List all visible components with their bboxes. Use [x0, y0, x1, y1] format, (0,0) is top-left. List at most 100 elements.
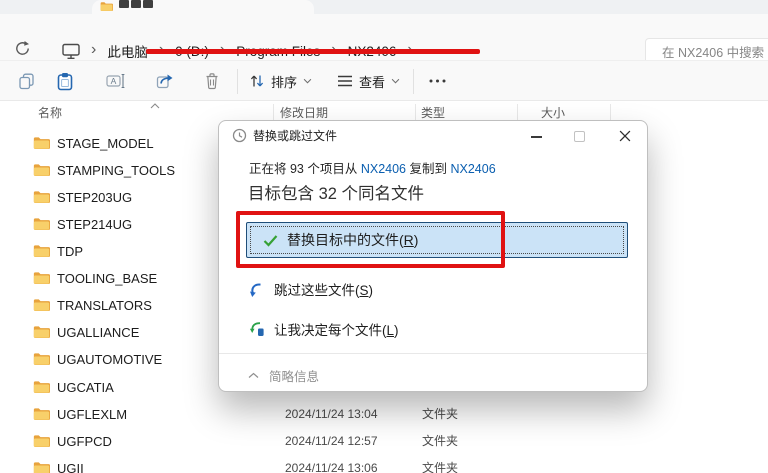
chevron-right-icon[interactable]: ›	[220, 42, 225, 60]
replace-files-button[interactable]: 替换目标中的文件(R)	[246, 222, 628, 258]
file-name: UGCATIA	[57, 380, 114, 395]
file-type: 文件夹	[422, 461, 459, 473]
breadcrumb-this-pc[interactable]: 此电脑	[107, 41, 148, 61]
chevron-right-icon[interactable]: ›	[331, 42, 336, 60]
file-type: 文件夹	[422, 407, 459, 421]
file-name: UGFPCD	[57, 434, 112, 449]
table-row[interactable]: UGFLEXLM 2024/11/24 13:04 文件夹	[0, 401, 768, 428]
rename-icon: A	[106, 73, 125, 89]
view-button[interactable]: 查看	[337, 61, 400, 101]
conflict-count-text: 目标包含 32 个同名文件	[248, 185, 425, 203]
file-name: UGFLEXLM	[57, 407, 128, 422]
decide-each-file-button[interactable]: 让我决定每个文件(L)	[249, 316, 399, 342]
refresh-icon[interactable]	[14, 40, 31, 57]
file-name: TDP	[57, 244, 83, 259]
folder-icon	[33, 353, 50, 365]
tab-title-clipped	[143, 0, 153, 8]
delete-icon	[206, 73, 218, 90]
tab-title-clipped	[119, 0, 129, 8]
chevron-up-icon	[248, 372, 259, 378]
folder-icon	[33, 381, 50, 393]
file-type: 文件夹	[422, 434, 459, 448]
folder-icon	[33, 191, 50, 203]
sort-ascending-icon	[150, 103, 160, 109]
address-bar: › 此电脑 › 0 (D:) › Program Files › NX2406 …	[0, 14, 768, 67]
file-name: UGALLIANCE	[57, 325, 140, 340]
tab-title-clipped	[131, 0, 141, 8]
chevron-down-icon	[391, 78, 400, 84]
file-name: STEP214UG	[57, 217, 133, 232]
file-date: 2024/11/24 13:04	[285, 407, 378, 421]
folder-icon	[33, 408, 50, 420]
more-icon	[429, 79, 446, 83]
copy-button[interactable]	[18, 61, 35, 101]
paste-button[interactable]	[56, 61, 74, 101]
delete-button[interactable]	[204, 61, 220, 101]
folder-icon	[33, 137, 50, 149]
folder-icon	[33, 245, 50, 257]
file-name: TRANSLATORS	[57, 298, 152, 313]
replace-files-label: 替换目标中的文件(R)	[287, 232, 419, 248]
column-header-name[interactable]: 名称	[38, 101, 62, 125]
folder-icon	[33, 462, 50, 473]
copy-icon	[19, 73, 34, 89]
file-date: 2024/11/24 13:06	[285, 461, 378, 473]
file-name: STEP203UG	[57, 190, 133, 205]
folder-icon	[33, 218, 50, 230]
view-icon	[338, 75, 352, 87]
toolbar-separator	[413, 69, 414, 94]
skip-arrow-icon	[250, 283, 261, 297]
folder-icon	[100, 2, 113, 12]
chevron-right-icon[interactable]: ›	[407, 42, 412, 60]
dialog-titlebar[interactable]: 替换或跳过文件	[219, 121, 647, 151]
copy-status-text: 正在将 93 个项目从 NX2406 复制到 NX2406	[249, 162, 496, 176]
breadcrumb-nx2406[interactable]: NX2406	[348, 44, 397, 59]
rename-button[interactable]: A	[106, 61, 125, 101]
folder-icon	[33, 164, 50, 176]
source-folder-link[interactable]: NX2406	[361, 162, 406, 176]
paste-icon	[57, 72, 73, 90]
table-row[interactable]: UGFPCD 2024/11/24 12:57 文件夹	[0, 428, 768, 455]
chevron-down-icon	[303, 78, 312, 84]
chevron-right-icon: ›	[91, 41, 97, 58]
this-pc-icon[interactable]	[62, 43, 80, 60]
skip-files-label: 跳过这些文件(S)	[274, 283, 374, 298]
file-name: STAGE_MODEL	[57, 136, 154, 151]
breadcrumb-program-files[interactable]: Program Files	[236, 44, 320, 59]
toolbar-separator	[237, 69, 238, 94]
view-label: 查看	[359, 74, 386, 90]
folder-icon	[33, 299, 50, 311]
skip-files-button[interactable]: 跳过这些文件(S)	[249, 276, 373, 302]
destination-folder-link[interactable]: NX2406	[450, 162, 495, 176]
fewer-details-toggle[interactable]: 简略信息	[248, 361, 319, 389]
breadcrumb-drive-d[interactable]: 0 (D:)	[175, 44, 209, 59]
file-name: TOOLING_BASE	[57, 271, 158, 286]
share-button[interactable]	[156, 61, 174, 101]
folder-icon	[33, 435, 50, 447]
table-row[interactable]: UGII 2024/11/24 13:06 文件夹	[0, 455, 768, 473]
toolbar: A 排序 查看	[0, 60, 768, 101]
file-name: UGAUTOMOTIVE	[57, 352, 163, 367]
replace-skip-dialog: 替换或跳过文件 正在将 93 个项目从 NX2406 复制到 NX2406 目标…	[218, 120, 648, 392]
minimize-button[interactable]	[531, 136, 542, 138]
svg-text:A: A	[111, 76, 117, 86]
more-button[interactable]	[428, 61, 447, 101]
dialog-divider	[219, 353, 647, 354]
sort-button[interactable]: 排序	[249, 61, 312, 101]
tab-strip	[0, 0, 768, 14]
check-icon	[263, 234, 278, 247]
decide-each-file-label: 让我决定每个文件(L)	[274, 323, 399, 338]
file-name: UGII	[57, 461, 84, 473]
share-icon	[156, 74, 173, 89]
sort-label: 排序	[271, 74, 298, 90]
file-date: 2024/11/24 12:57	[285, 434, 378, 448]
file-operation-icon	[232, 128, 247, 143]
file-name: STAMPING_TOOLS	[57, 163, 175, 178]
close-icon[interactable]	[619, 130, 631, 142]
folder-icon	[33, 272, 50, 284]
folder-icon	[33, 326, 50, 338]
chevron-right-icon[interactable]: ›	[159, 42, 164, 60]
dialog-title: 替换或跳过文件	[253, 129, 338, 143]
maximize-button[interactable]	[574, 131, 585, 142]
compare-files-icon	[249, 322, 264, 336]
